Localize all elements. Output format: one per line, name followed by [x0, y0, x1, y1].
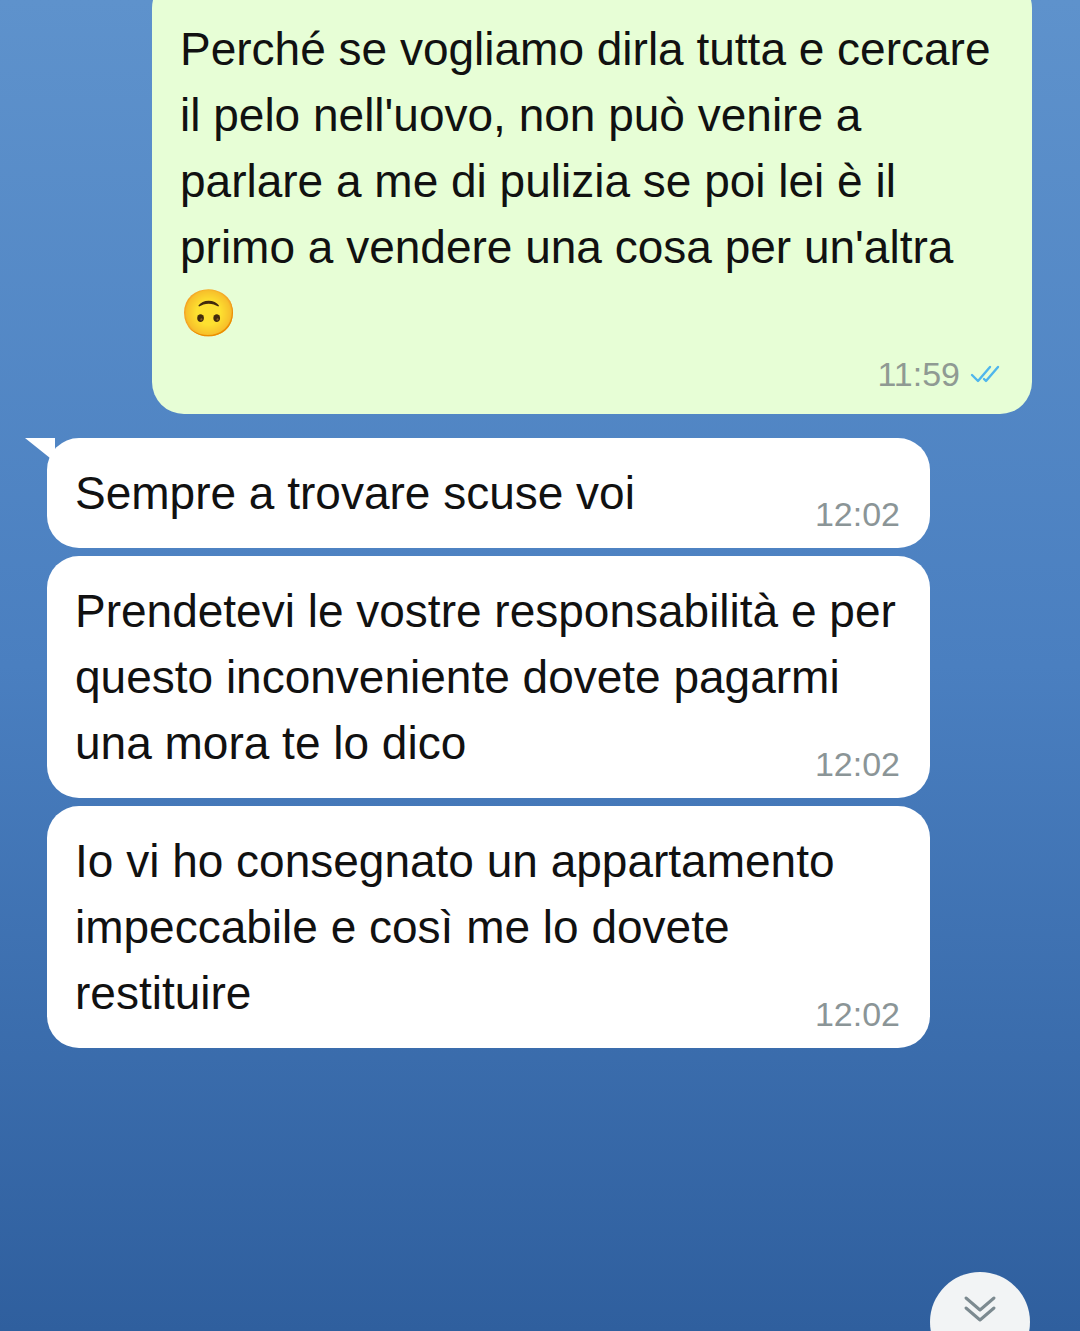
message-meta: 11:59 — [180, 352, 1004, 396]
chat-screen: Perché se vogliamo dirla tutta e cercare… — [0, 0, 1080, 1331]
chevron-down-icon — [960, 1294, 1000, 1324]
outgoing-message[interactable]: Perché se vogliamo dirla tutta e cercare… — [152, 0, 1032, 414]
message-time: 12:02 — [815, 992, 900, 1036]
message-text: Sempre a trovare scuse voi — [75, 460, 902, 526]
message-text: Prendetevi le vostre responsabilità e pe… — [75, 578, 902, 776]
message-list[interactable]: Perché se vogliamo dirla tutta e cercare… — [0, 0, 1080, 1048]
scroll-down-button[interactable] — [930, 1272, 1030, 1331]
message-time: 11:59 — [877, 352, 960, 396]
message-text: Io vi ho consegnato un appartamento impe… — [75, 828, 902, 1026]
incoming-message[interactable]: Prendetevi le vostre responsabilità e pe… — [47, 556, 930, 798]
message-time: 12:02 — [815, 492, 900, 536]
bubble-tail-icon — [25, 438, 55, 462]
message-time: 12:02 — [815, 742, 900, 786]
incoming-message[interactable]: Io vi ho consegnato un appartamento impe… — [47, 806, 930, 1048]
incoming-message[interactable]: Sempre a trovare scuse voi12:02 — [47, 438, 930, 548]
message-text: Perché se vogliamo dirla tutta e cercare… — [180, 16, 1004, 346]
double-check-icon — [970, 362, 1004, 386]
